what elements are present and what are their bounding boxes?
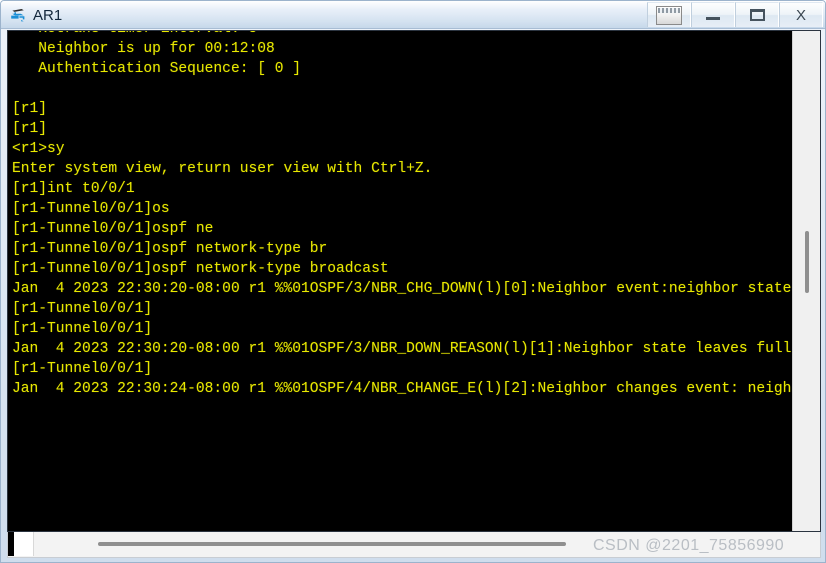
maximize-icon [749, 9, 765, 21]
minimize-button[interactable] [691, 2, 735, 27]
maximize-button[interactable] [735, 2, 779, 27]
terminal-output: Retrans timer interval: 5 Neighbor is up… [12, 31, 792, 397]
vertical-scrollbar-thumb[interactable] [805, 231, 809, 293]
terminal-viewport[interactable]: Retrans timer interval: 5 Neighbor is up… [8, 31, 792, 531]
router-icon [9, 6, 27, 24]
window-title: AR1 [33, 6, 63, 24]
terminal-vertical-scrollbar[interactable] [792, 31, 820, 531]
horizontal-scrollbar-track[interactable] [10, 540, 816, 548]
capture-icon [656, 5, 682, 25]
terminal-horizontal-scrollbar[interactable] [7, 532, 821, 558]
capture-button[interactable] [647, 2, 691, 27]
terminal-frame: Retrans timer interval: 5 Neighbor is up… [7, 30, 821, 532]
minimize-icon [706, 17, 720, 20]
title-bar-left: AR1 [9, 1, 62, 29]
close-button[interactable]: X [779, 2, 823, 27]
close-icon: X [795, 6, 806, 24]
window-controls: X [647, 2, 823, 28]
ar1-window: AR1 X Retrans timer interval: 5 Neighbor… [0, 0, 826, 563]
horizontal-scrollbar-thumb[interactable] [98, 542, 566, 546]
title-bar[interactable]: AR1 X [1, 1, 825, 29]
